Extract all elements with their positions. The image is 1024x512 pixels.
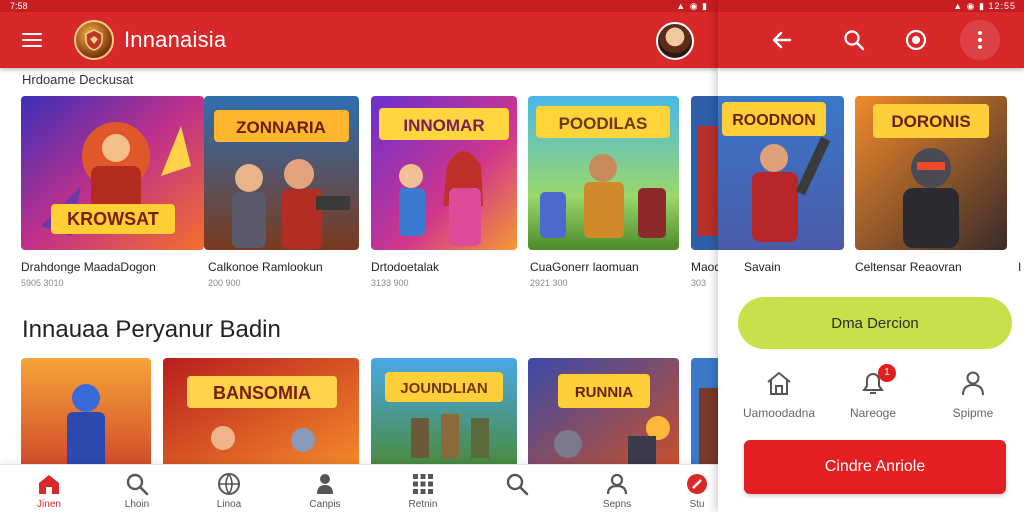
status-bar: 7:58 ▲ ◉ ▮ — [0, 0, 718, 12]
menu-icon[interactable] — [22, 26, 50, 54]
game-thumbnail[interactable] — [691, 358, 718, 468]
home-icon — [39, 475, 59, 494]
thumbnail-title: ZONNARIA — [236, 118, 326, 137]
app-screen: 7:58 ▲ ◉ ▮ Innanaisia Hrdoame Deckusat K… — [0, 0, 1024, 512]
search-icon — [126, 473, 149, 496]
side-panel: ▲ ◉ ▮ 12:55 ROODNON Savain DORONIS Celte… — [718, 0, 1024, 512]
more-button[interactable] — [960, 20, 1000, 60]
game-thumbnail[interactable]: KROWSAT — [21, 96, 204, 250]
person-icon — [317, 474, 333, 494]
thumbnail-title: ROODNON — [732, 112, 816, 129]
game-name: Calkonoe Ramlookun — [208, 260, 323, 274]
thumbnail-title: KROWSAT — [67, 209, 159, 229]
search-icon — [506, 473, 529, 496]
game-name: Savain — [744, 260, 781, 274]
nav-item-search-2[interactable] — [472, 465, 562, 512]
back-button[interactable] — [762, 20, 802, 60]
thumbnail-title: DORONIS — [891, 112, 970, 131]
nav-label: Jinen — [37, 499, 61, 510]
app-title: Innanaisia — [124, 27, 227, 52]
nav-item-globe[interactable]: Linoa — [184, 465, 274, 512]
primary-pill-button[interactable]: Dma Dercion — [738, 297, 1012, 349]
compass-icon — [905, 29, 927, 51]
action-label: Spipme — [952, 406, 994, 420]
tools-icon — [687, 474, 707, 494]
nav-label: Retnin — [408, 499, 438, 510]
action-home[interactable]: Uamoodadna — [734, 368, 824, 420]
app-bar: Innanaisia — [0, 12, 718, 68]
grid-icon — [413, 474, 433, 494]
game-meta: 303 — [691, 278, 707, 288]
primary-action-button[interactable]: Cindre Anriole — [744, 440, 1006, 494]
game-thumbnail[interactable]: ZONNARIA — [204, 96, 359, 250]
home-icon — [767, 371, 791, 395]
edge-label: I — [1018, 260, 1022, 274]
profile-icon — [606, 473, 628, 495]
nav-item-home[interactable]: Jinen — [4, 465, 94, 512]
game-thumbnail[interactable] — [691, 96, 718, 250]
status-time: 12:55 — [988, 1, 1016, 11]
app-logo[interactable] — [74, 20, 114, 60]
status-icons: ▲ ◉ ▮ — [953, 1, 989, 11]
game-meta: 2921 300 — [530, 278, 568, 288]
thumbnail-title: RUNNIA — [575, 384, 633, 401]
game-thumbnail[interactable]: INNOMAR — [371, 96, 517, 250]
action-profile[interactable]: Spipme — [928, 368, 1018, 420]
nav-label: Sepns — [602, 499, 632, 510]
game-thumbnail[interactable]: JOUNDLIAN — [371, 358, 517, 468]
game-name: Drtodoetalak — [371, 260, 440, 274]
notification-icon: 1 — [858, 364, 896, 398]
profile-icon — [962, 371, 984, 396]
action-notifications[interactable]: 1 Nareoge — [828, 364, 918, 420]
game-meta: 3133 900 — [371, 278, 409, 288]
game-meta: 200 900 — [208, 278, 241, 288]
game-thumbnail[interactable]: RUNNIA — [528, 358, 679, 468]
nav-item-profile[interactable]: Sepns — [572, 465, 662, 512]
section-title-popular: Innauaa Peryanur Badin — [22, 316, 281, 343]
action-label: Uamoodadna — [742, 406, 816, 420]
nav-label: Linoa — [216, 499, 242, 510]
game-thumbnail[interactable]: DORONIS — [855, 96, 1007, 250]
thumbnail-title: POODILAS — [559, 114, 648, 133]
search-icon — [844, 30, 865, 51]
shield-icon — [85, 29, 103, 51]
game-meta: 5905 3010 — [21, 278, 64, 288]
nav-item-search[interactable]: Lhoin — [92, 465, 182, 512]
status-icons: ▲ ◉ ▮ — [676, 1, 708, 11]
game-thumbnail[interactable]: POODILAS — [528, 96, 679, 250]
nav-label: Canpis — [309, 499, 341, 510]
active-indicator — [748, 73, 824, 75]
nav-item-person[interactable]: Canpis — [280, 465, 370, 512]
panel-toolbar — [718, 12, 1024, 75]
bottom-nav: Jinen Lhoin Linoa Canpis Retnin Sepns St… — [0, 464, 718, 512]
action-label: Nareoge — [849, 406, 897, 420]
game-thumbnail[interactable] — [21, 358, 151, 468]
section-title-featured: Hrdoame Deckusat — [22, 72, 134, 87]
main-panel: 7:58 ▲ ◉ ▮ Innanaisia Hrdoame Deckusat K… — [0, 0, 718, 512]
notification-badge: 1 — [878, 364, 896, 382]
status-time: 7:58 — [10, 1, 28, 11]
game-name: Maod — [691, 260, 718, 274]
arrow-left-icon — [772, 31, 792, 49]
game-thumbnail[interactable]: ROODNON — [718, 96, 844, 250]
nav-label: Lhoin — [124, 499, 150, 510]
game-name: Drahdonge MaadaDogon — [21, 260, 156, 274]
game-name: Celtensar Reaovran — [855, 260, 962, 274]
avatar[interactable] — [656, 22, 694, 60]
more-vertical-icon — [978, 31, 982, 49]
thumbnail-title: INNOMAR — [403, 116, 484, 135]
globe-icon — [218, 473, 240, 495]
filter-button[interactable] — [896, 20, 936, 60]
status-bar: ▲ ◉ ▮ 12:55 — [718, 0, 1024, 12]
thumbnail-title: JOUNDLIAN — [400, 380, 488, 397]
nav-item-tools[interactable]: Stu — [676, 465, 718, 512]
thumbnail-title: BANSOMIA — [213, 383, 311, 403]
nav-label: Stu — [689, 499, 705, 510]
nav-item-grid[interactable]: Retnin — [378, 465, 468, 512]
game-name: CuaGonerr laomuan — [530, 260, 639, 274]
search-button[interactable] — [834, 20, 874, 60]
game-thumbnail[interactable]: BANSOMIA — [163, 358, 359, 468]
